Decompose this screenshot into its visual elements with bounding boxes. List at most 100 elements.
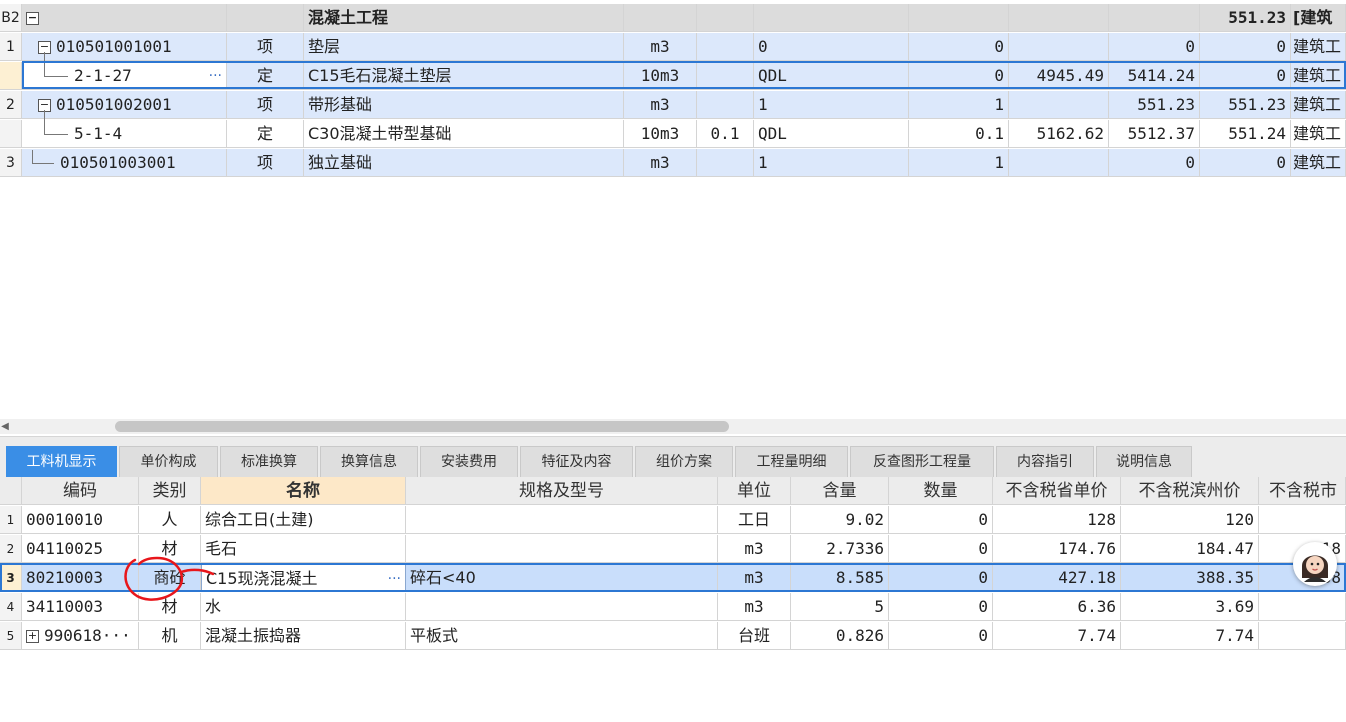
table-row[interactable]: 2-1-27 ··· 定 C15毛石混凝土垫层 10m3 QDL 0 4945.… bbox=[0, 62, 1346, 91]
price-cell[interactable] bbox=[1009, 4, 1109, 32]
spec-cell[interactable]: 平板式 bbox=[406, 622, 718, 650]
qty-cell[interactable] bbox=[909, 4, 1009, 32]
content-cell[interactable]: 5 bbox=[791, 593, 889, 621]
horizontal-scrollbar[interactable]: ◀ bbox=[0, 419, 1346, 434]
total-cell[interactable]: 0 bbox=[1200, 33, 1291, 61]
code-cell[interactable]: −010501002001 bbox=[22, 91, 227, 119]
unit-total-cell[interactable]: 5414.24 bbox=[1109, 62, 1200, 90]
col-spec-header[interactable]: 规格及型号 bbox=[406, 477, 718, 505]
city-price-cell[interactable] bbox=[1259, 622, 1346, 650]
qty-expr-cell[interactable] bbox=[697, 33, 754, 61]
qty-code-cell[interactable]: 1 bbox=[754, 149, 909, 177]
qty-cell[interactable]: 0 bbox=[889, 535, 993, 563]
total-cell[interactable]: 0 bbox=[1200, 149, 1291, 177]
more-dots-icon[interactable]: ··· bbox=[388, 565, 401, 591]
price-cell[interactable]: 4945.49 bbox=[1009, 62, 1109, 90]
spec-cell[interactable]: [建筑 bbox=[1291, 4, 1346, 32]
name-cell[interactable]: 带形基础 bbox=[304, 91, 624, 119]
tab-reverse-lookup[interactable]: 反查图形工程量 bbox=[850, 446, 994, 477]
qty-cell[interactable]: 0 bbox=[889, 564, 993, 592]
table-row[interactable]: 3 010501003001 项 独立基础 m3 1 1 0 0 建筑工 bbox=[0, 149, 1346, 178]
name-cell[interactable]: C30混凝土带型基础 bbox=[304, 120, 624, 148]
unit-total-cell[interactable]: 5512.37 bbox=[1109, 120, 1200, 148]
tab-features[interactable]: 特征及内容 bbox=[520, 446, 633, 477]
province-price-cell[interactable]: 7.74 bbox=[993, 622, 1121, 650]
type-cell[interactable]: 项 bbox=[227, 149, 304, 177]
spec-cell[interactable]: 碎石<40 bbox=[406, 564, 718, 592]
tab-conversion-info[interactable]: 换算信息 bbox=[320, 446, 418, 477]
price-cell[interactable] bbox=[1009, 91, 1109, 119]
tab-install-fee[interactable]: 安装费用 bbox=[420, 446, 518, 477]
qty-code-cell[interactable]: QDL bbox=[754, 120, 909, 148]
binzhou-price-cell[interactable]: 3.69 bbox=[1121, 593, 1259, 621]
qty-code-cell[interactable] bbox=[754, 4, 909, 32]
assistant-avatar-icon[interactable] bbox=[1293, 542, 1337, 586]
spec-cell[interactable]: 建筑工 bbox=[1291, 33, 1346, 61]
unit-cell[interactable]: 工日 bbox=[718, 506, 791, 534]
tab-quantity-detail[interactable]: 工程量明细 bbox=[735, 446, 848, 477]
content-cell[interactable]: 8.585 bbox=[791, 564, 889, 592]
scroll-left-arrow-icon[interactable]: ◀ bbox=[0, 419, 10, 434]
scrollbar-thumb[interactable] bbox=[115, 421, 729, 432]
type-cell[interactable]: 定 bbox=[227, 62, 304, 90]
col-binzhou-price-header[interactable]: 不含税滨州价 bbox=[1121, 477, 1259, 505]
spec-cell[interactable]: 建筑工 bbox=[1291, 149, 1346, 177]
qty-cell[interactable]: 0 bbox=[909, 33, 1009, 61]
unit-total-cell[interactable]: 0 bbox=[1109, 149, 1200, 177]
binzhou-price-cell[interactable]: 184.47 bbox=[1121, 535, 1259, 563]
binzhou-price-cell[interactable]: 7.74 bbox=[1121, 622, 1259, 650]
type-cell[interactable] bbox=[227, 4, 304, 32]
name-cell[interactable]: 水 bbox=[201, 593, 406, 621]
spec-cell[interactable] bbox=[406, 535, 718, 563]
name-cell[interactable]: C15毛石混凝土垫层 bbox=[304, 62, 624, 90]
qty-cell[interactable]: 0 bbox=[889, 593, 993, 621]
qty-cell[interactable]: 0 bbox=[889, 506, 993, 534]
unit-cell[interactable]: m3 bbox=[718, 593, 791, 621]
unit-cell[interactable]: m3 bbox=[624, 91, 697, 119]
qty-cell[interactable]: 0 bbox=[909, 62, 1009, 90]
unit-total-cell[interactable]: 551.23 bbox=[1109, 91, 1200, 119]
table-row[interactable]: 5 +990618··· 机 混凝土振捣器 平板式 台班 0.826 0 7.7… bbox=[0, 622, 1346, 651]
price-cell[interactable] bbox=[1009, 149, 1109, 177]
col-category-header[interactable]: 类别 bbox=[139, 477, 201, 505]
total-cell[interactable]: 0 bbox=[1200, 62, 1291, 90]
collapse-icon[interactable]: − bbox=[26, 12, 39, 25]
qty-expr-cell[interactable] bbox=[697, 91, 754, 119]
code-cell[interactable]: − bbox=[22, 4, 227, 32]
binzhou-price-cell[interactable]: 120 bbox=[1121, 506, 1259, 534]
qty-cell[interactable]: 0.1 bbox=[909, 120, 1009, 148]
name-cell[interactable]: 独立基础 bbox=[304, 149, 624, 177]
table-row[interactable]: 1 00010010 人 综合工日(土建) 工日 9.02 0 128 120 bbox=[0, 506, 1346, 535]
spec-cell[interactable]: 建筑工 bbox=[1291, 62, 1346, 90]
spec-cell[interactable]: 建筑工 bbox=[1291, 91, 1346, 119]
table-row[interactable]: 2 −010501002001 项 带形基础 m3 1 1 551.23 551… bbox=[0, 91, 1346, 120]
tab-material-display[interactable]: 工料机显示 bbox=[6, 446, 117, 477]
col-name-header[interactable]: 名称 bbox=[201, 477, 406, 505]
qty-code-cell[interactable]: QDL bbox=[754, 62, 909, 90]
col-content-header[interactable]: 含量 bbox=[791, 477, 889, 505]
qty-code-cell[interactable]: 1 bbox=[754, 91, 909, 119]
binzhou-price-cell[interactable]: 388.35 bbox=[1121, 564, 1259, 592]
tab-pricing-plan[interactable]: 组价方案 bbox=[635, 446, 733, 477]
qty-cell[interactable]: 1 bbox=[909, 91, 1009, 119]
category-cell[interactable]: 人 bbox=[139, 506, 201, 534]
unit-total-cell[interactable] bbox=[1109, 4, 1200, 32]
province-price-cell[interactable]: 427.18 bbox=[993, 564, 1121, 592]
province-price-cell[interactable]: 6.36 bbox=[993, 593, 1121, 621]
unit-cell[interactable]: m3 bbox=[718, 535, 791, 563]
qty-expr-cell[interactable] bbox=[697, 4, 754, 32]
total-cell[interactable]: 551.23 bbox=[1200, 91, 1291, 119]
expand-icon[interactable]: + bbox=[26, 630, 39, 643]
province-price-cell[interactable]: 128 bbox=[993, 506, 1121, 534]
type-cell[interactable]: 项 bbox=[227, 33, 304, 61]
name-cell[interactable]: 垫层 bbox=[304, 33, 624, 61]
name-cell[interactable]: 混凝土工程 bbox=[304, 4, 624, 32]
col-qty-header[interactable]: 数量 bbox=[889, 477, 993, 505]
type-cell[interactable]: 定 bbox=[227, 120, 304, 148]
name-edit-cell[interactable]: C15现浇混凝土 ··· bbox=[201, 564, 406, 592]
name-cell[interactable]: 混凝土振捣器 bbox=[201, 622, 406, 650]
unit-cell[interactable]: m3 bbox=[718, 564, 791, 592]
name-cell[interactable]: 毛石 bbox=[201, 535, 406, 563]
name-cell[interactable]: 综合工日(土建) bbox=[201, 506, 406, 534]
table-row[interactable]: B2 − 混凝土工程 551.23 [建筑 bbox=[0, 4, 1346, 33]
